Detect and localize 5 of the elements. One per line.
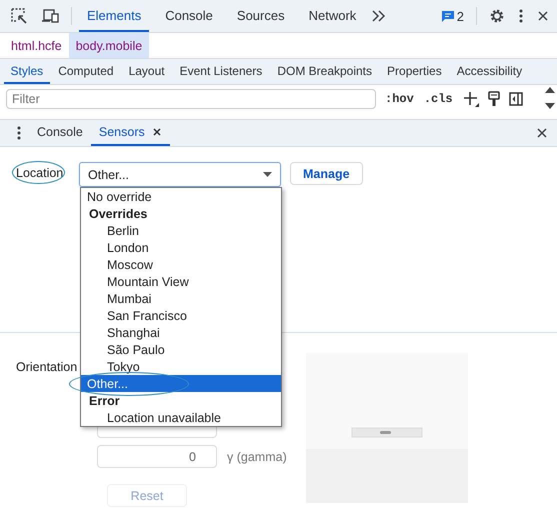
option-group-label: Overrides	[88, 206, 148, 222]
location-label: Location	[16, 166, 64, 180]
option-group-label: Error	[88, 392, 121, 409]
angle-label: γ (gamma)	[227, 450, 287, 464]
orientation-label: Orientation	[16, 360, 78, 374]
